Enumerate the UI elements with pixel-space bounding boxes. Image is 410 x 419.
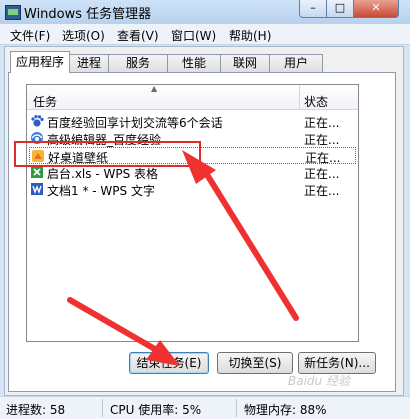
menu-view[interactable]: 查看(V) bbox=[117, 27, 159, 44]
task-name: 百度经验回享计划交流等6个会话 bbox=[47, 116, 223, 130]
tab-users[interactable]: 用户 bbox=[269, 54, 323, 72]
task-status: 正在... bbox=[304, 116, 340, 130]
column-divider[interactable] bbox=[299, 85, 300, 109]
cpu-usage: CPU 使用率: 5% bbox=[110, 403, 202, 417]
task-list[interactable]: ▲ 任务 状态 百度经验回享计划交流等6个会话 正在... 高级编辑器_百度经验… bbox=[26, 84, 359, 342]
status-bar: 进程数: 58 CPU 使用率: 5% 物理内存: 88% bbox=[0, 396, 410, 419]
wps-writer-icon bbox=[31, 183, 43, 195]
status-divider bbox=[236, 399, 237, 417]
tab-services[interactable]: 服务 bbox=[108, 54, 168, 72]
memory-usage: 物理内存: 88% bbox=[244, 403, 327, 417]
task-manager-icon bbox=[5, 5, 21, 20]
switch-to-button[interactable]: 切换至(S) bbox=[217, 352, 293, 374]
baidu-paw-icon bbox=[31, 115, 44, 127]
annotation-highlight-box bbox=[14, 141, 201, 167]
column-header-status[interactable]: 状态 bbox=[304, 93, 328, 110]
watermark: Baidu 经验 bbox=[288, 374, 350, 388]
status-divider bbox=[102, 399, 103, 417]
minimize-button[interactable]: – bbox=[299, 0, 327, 18]
window-title: Windows 任务管理器 bbox=[24, 7, 152, 22]
list-header: ▲ 任务 状态 bbox=[27, 84, 358, 110]
end-task-button[interactable]: 结束任务(E) bbox=[129, 352, 209, 374]
tab-applications[interactable]: 应用程序 bbox=[10, 51, 70, 73]
menu-bar: 文件(F) 选项(O) 查看(V) 窗口(W) 帮助(H) bbox=[0, 24, 410, 45]
wps-spreadsheet-icon bbox=[31, 166, 43, 178]
sort-arrow-icon: ▲ bbox=[151, 84, 158, 93]
tab-processes[interactable]: 进程 bbox=[69, 54, 109, 72]
process-count: 进程数: 58 bbox=[6, 403, 66, 417]
menu-help[interactable]: 帮助(H) bbox=[229, 27, 271, 44]
maximize-button[interactable]: □ bbox=[326, 0, 354, 18]
new-task-button[interactable]: 新任务(N)... bbox=[298, 352, 376, 374]
task-row[interactable]: 百度经验回享计划交流等6个会话 正在... bbox=[29, 113, 356, 130]
tab-networking[interactable]: 联网 bbox=[220, 54, 270, 72]
menu-file[interactable]: 文件(F) bbox=[10, 27, 50, 44]
task-name: 启台.xls - WPS 表格 bbox=[47, 167, 158, 181]
menu-options[interactable]: 选项(O) bbox=[62, 27, 105, 44]
task-row[interactable]: 文档1 * - WPS 文字 正在... bbox=[29, 181, 356, 198]
task-status: 正在... bbox=[304, 184, 340, 198]
menu-window[interactable]: 窗口(W) bbox=[171, 27, 216, 44]
task-status: 正在... bbox=[304, 133, 340, 147]
close-button[interactable]: ✕ bbox=[353, 0, 399, 18]
column-header-task[interactable]: 任务 bbox=[33, 93, 57, 110]
task-status: 正在... bbox=[304, 167, 340, 181]
tab-performance[interactable]: 性能 bbox=[167, 54, 221, 72]
task-name: 文档1 * - WPS 文字 bbox=[47, 184, 155, 198]
title-bar: Windows 任务管理器 – □ ✕ bbox=[0, 0, 410, 24]
